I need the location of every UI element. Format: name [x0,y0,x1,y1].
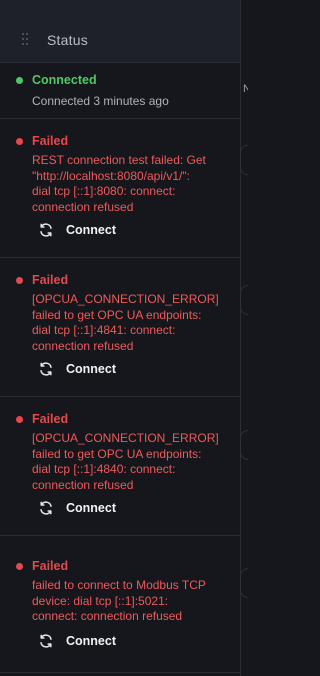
error-message-line: connection refused [32,477,134,492]
connect-button-label: Connect [66,634,116,648]
refresh-icon [40,223,52,237]
error-message-line: connection refused [32,199,134,214]
error-message-line: "http://localhost:8080/api/v1/": [32,168,190,183]
drag-handle-icon[interactable] [22,33,28,47]
status-detail-line: Connected 3 minutes ago [32,94,169,108]
connect-button-label: Connect [66,501,116,515]
status-row-failed: Failed [OPCUA_CONNECTION_ERROR] failed t… [0,397,240,536]
connect-button[interactable]: Connect [38,219,116,241]
error-message-line: [OPCUA_CONNECTION_ERROR] [32,431,219,445]
connect-button-label: Connect [66,223,116,237]
status-column: Status N Connected Connected 3 minutes a… [0,0,248,676]
connect-button[interactable]: Connect [38,497,116,519]
status-row-connected: Connected Connected 3 minutes ago [0,63,240,119]
adjacent-column-header-letter: N [243,83,248,95]
status-label: Connected [32,73,97,87]
error-message-line: failed to get OPC UA endpoints: [32,446,202,461]
error-message-line: connection refused [32,338,134,353]
status-row-failed: Failed failed to connect to Modbus TCP d… [0,536,240,673]
status-label: Failed [32,412,69,426]
error-message-line: [OPCUA_CONNECTION_ERROR] [32,292,219,306]
connect-button[interactable]: Connect [38,358,116,380]
column-header[interactable]: Status [0,0,240,63]
refresh-icon [40,362,52,376]
status-label: Failed [32,134,69,148]
status-label: Failed [32,273,69,287]
status-dot-icon [16,277,23,284]
status-dot-icon [16,138,23,145]
status-dot-icon [16,77,23,84]
refresh-icon [40,501,52,515]
error-message-line: failed to get OPC UA endpoints: [32,307,202,322]
status-row-failed: Failed [OPCUA_CONNECTION_ERROR] failed t… [0,258,240,397]
error-message-line: REST connection test failed: Get [32,153,206,167]
status-row-failed: Failed REST connection test failed: Get … [0,119,240,258]
column-header-title: Status [47,32,88,48]
status-label: Failed [32,559,69,573]
refresh-icon [40,634,52,648]
connect-button[interactable]: Connect [38,630,116,652]
error-message-line: dial tcp [::1]:4841: connect: [32,323,176,337]
connect-button-label: Connect [66,362,116,376]
status-dot-icon [16,416,23,423]
error-message-line: failed to connect to Modbus TCP [32,578,206,592]
error-message-line: dial tcp [::1]:4840: connect: [32,462,176,476]
error-message-line: dial tcp [::1]:8080: connect: [32,184,176,198]
error-message-line: device: dial tcp [::1]:5021: [32,593,169,608]
error-message-line: connect: connection refused [32,609,183,623]
status-dot-icon [16,563,23,570]
